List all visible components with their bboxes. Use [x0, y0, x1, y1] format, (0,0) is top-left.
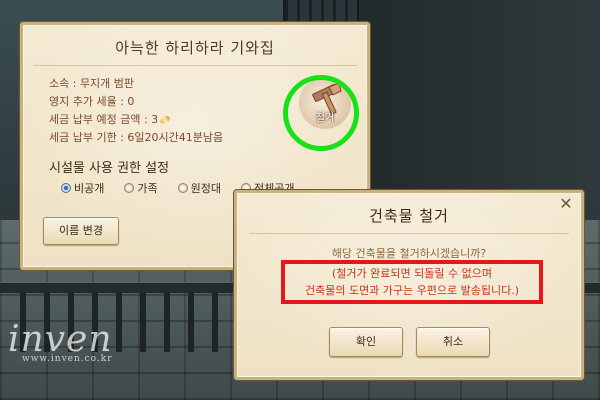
dialog-title-divider: [249, 233, 569, 234]
watermark-brand: inven: [8, 319, 113, 360]
radio-label: 가족: [137, 182, 158, 195]
warning-line-2: 건축물의 도면과 가구는 우편으로 발송됩니다.): [304, 284, 520, 297]
radio-private[interactable]: 비공개: [61, 180, 104, 196]
background-wall: [355, 0, 600, 200]
watermark-url: www.inven.co.kr: [22, 354, 113, 364]
title-divider: [33, 65, 357, 66]
expected-tax-row: 세금 납부 예정 금액 : 3: [49, 111, 171, 127]
radio-unselected-icon: [177, 183, 188, 193]
dialog-title: 건축물 철거: [369, 207, 449, 225]
demolish-dialog: 건축물 철거 ✕ 해당 건축물을 철거하시겠습니까? (철거가 완료되면 되돌릴…: [234, 190, 584, 380]
warning-box: (철거가 완료되면 되돌릴 수 없으며 건축물의 도면과 가구는 우편으로 발송…: [281, 260, 543, 304]
extra-tax-text: 영지 추가 세율 : 0: [49, 95, 135, 108]
tax-deadline-text: 세금 납부 기한 : 6일20시간41분남음: [49, 131, 224, 144]
radio-label: 비공개: [74, 182, 105, 195]
radio-label: 원정대: [190, 182, 221, 195]
house-title: 아늑한 하리하라 기와집: [115, 39, 275, 57]
radio-unselected-icon: [124, 183, 135, 193]
confirm-button[interactable]: 확인: [329, 327, 403, 357]
gold-coin-icon: [159, 114, 171, 126]
radio-family[interactable]: 가족: [124, 180, 158, 196]
warning-line-1: (철거가 완료되면 되돌릴 수 없으며: [332, 267, 492, 280]
affiliation-text: 소속 : 무지개 범판: [49, 77, 135, 90]
inven-watermark: inven www.inven.co.kr: [8, 319, 113, 365]
rename-button[interactable]: 이름 변경: [43, 217, 119, 245]
permission-section-title: 시설물 사용 권한 설정: [49, 161, 170, 176]
expected-tax-text: 세금 납부 예정 금액 : 3: [49, 113, 159, 126]
highlight-ring: [283, 75, 359, 151]
dialog-question: 해당 건축물을 철거하시겠습니까?: [331, 247, 487, 260]
radio-expedition[interactable]: 원정대: [177, 180, 221, 196]
close-icon[interactable]: ✕: [557, 195, 575, 213]
radio-selected-icon: [61, 183, 71, 193]
cancel-button[interactable]: 취소: [416, 327, 490, 357]
